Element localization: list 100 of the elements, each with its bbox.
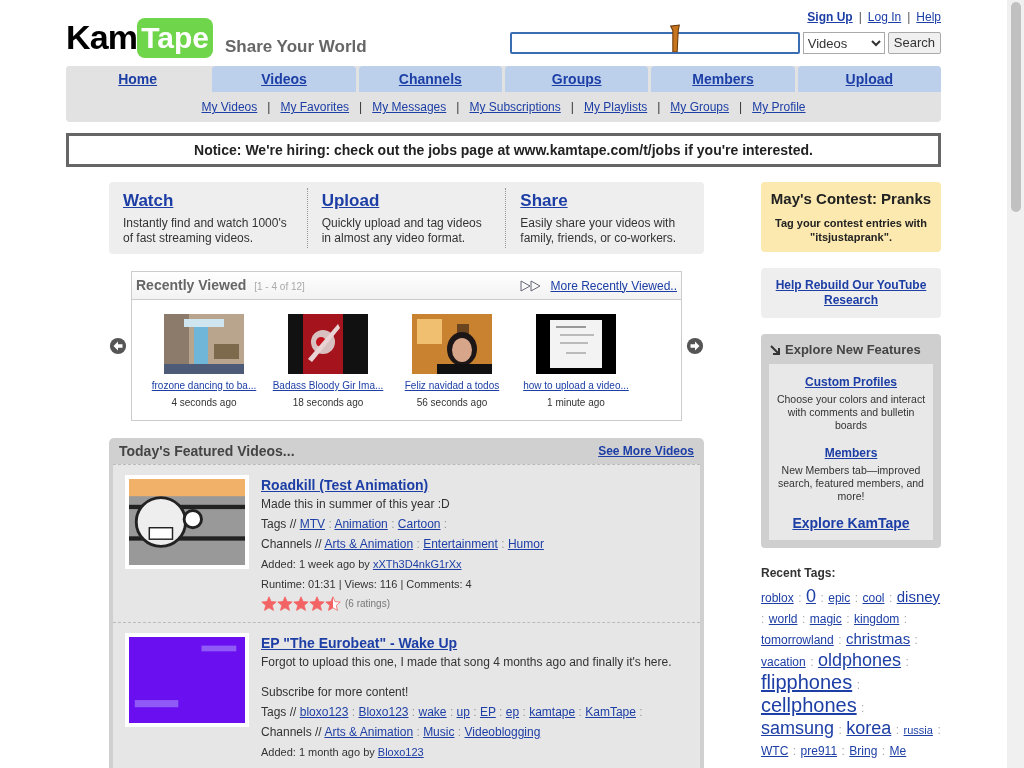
tag-link[interactable]: pre911 bbox=[800, 743, 838, 758]
tag-link[interactable]: cool bbox=[862, 590, 885, 605]
sub-nav-link[interactable]: My Playlists bbox=[583, 98, 648, 116]
separator: : bbox=[411, 705, 416, 719]
sub-nav-link[interactable]: My Messages bbox=[372, 98, 447, 116]
tag-link[interactable]: tomorrowland bbox=[761, 632, 834, 647]
channel-link[interactable]: Arts & Animation bbox=[324, 725, 414, 739]
author-link[interactable]: Bloxo123 bbox=[377, 746, 424, 758]
intro-title[interactable]: Watch bbox=[123, 188, 293, 214]
tag-link[interactable]: cellphones bbox=[761, 693, 857, 716]
search-field[interactable] bbox=[509, 32, 800, 54]
sub-nav-link[interactable]: My Favorites bbox=[280, 98, 350, 116]
separator: : bbox=[328, 517, 332, 531]
channel-link[interactable]: Arts & Animation bbox=[324, 537, 414, 551]
tag-link[interactable]: russia bbox=[903, 723, 933, 736]
video-title[interactable]: EP "The Eurobeat" - Wake Up bbox=[261, 635, 458, 651]
channel-link[interactable]: Entertainment bbox=[423, 537, 498, 551]
category-select[interactable]: Videos bbox=[802, 32, 885, 54]
tag-link[interactable]: flipphones bbox=[761, 670, 853, 693]
tag-link[interactable]: christmas bbox=[845, 629, 911, 647]
logo-text: Kam bbox=[66, 17, 138, 58]
tag-link[interactable]: wake bbox=[418, 705, 447, 719]
sub-nav-link[interactable]: My Videos bbox=[201, 98, 258, 116]
separator: : bbox=[522, 705, 526, 719]
tag-link[interactable]: roblox bbox=[761, 590, 794, 605]
video-link[interactable]: Feliz navidad a todos bbox=[404, 378, 500, 393]
tag-link[interactable]: Bring bbox=[849, 743, 878, 758]
video-link[interactable]: frozone dancing to ba... bbox=[151, 378, 257, 393]
separator: : bbox=[457, 725, 462, 739]
sub-nav-link[interactable]: My Profile bbox=[752, 98, 806, 116]
tag-link[interactable]: world bbox=[768, 611, 798, 626]
tag-link[interactable]: bloxo123 bbox=[299, 705, 349, 719]
tag-link[interactable]: kingdom bbox=[854, 611, 900, 626]
tag-link[interactable]: WTC bbox=[761, 743, 789, 758]
nav-tab[interactable]: Members bbox=[651, 66, 795, 92]
video-link[interactable]: how to upload a video... bbox=[523, 378, 629, 393]
range-text: [1 - 4 of 12] bbox=[254, 280, 305, 294]
separator: : bbox=[838, 632, 842, 647]
tag-link[interactable]: vacation bbox=[761, 654, 806, 669]
separator: : bbox=[449, 705, 454, 719]
tag-link[interactable]: up bbox=[456, 705, 470, 719]
tagline: Share Your World bbox=[224, 35, 367, 58]
time-text: 18 seconds ago bbox=[292, 396, 364, 410]
scrollbar[interactable] bbox=[1007, 0, 1024, 768]
search-button[interactable]: Search bbox=[887, 32, 941, 54]
account-link[interactable]: Help bbox=[916, 8, 941, 26]
separator: : bbox=[838, 722, 842, 737]
nav-tab[interactable]: Upload bbox=[797, 66, 941, 92]
tag-link[interactable]: EP bbox=[479, 705, 496, 719]
sub-nav-link[interactable]: My Subscriptions bbox=[469, 98, 561, 116]
tag-link[interactable]: samsung bbox=[761, 717, 835, 738]
forward-icon bbox=[520, 279, 543, 292]
video-title[interactable]: Roadkill (Test Animation) bbox=[261, 477, 429, 493]
separator: : bbox=[761, 611, 765, 626]
mascot-drawing bbox=[667, 24, 682, 52]
explore-link[interactable]: Explore KamTape bbox=[792, 514, 910, 531]
tag-link[interactable]: Bloxo123 bbox=[358, 705, 409, 719]
tag-link[interactable]: kamtape bbox=[529, 705, 576, 719]
research-link[interactable]: Help Rebuild Our YouTube Research bbox=[769, 278, 933, 308]
arrow-icon bbox=[769, 343, 781, 356]
feature-link[interactable]: Members bbox=[824, 445, 878, 460]
separator: : bbox=[888, 590, 893, 605]
tag-link[interactable]: korea bbox=[846, 717, 892, 738]
feature-link[interactable]: Custom Profiles bbox=[805, 374, 897, 389]
separator: : bbox=[416, 537, 420, 551]
video-link[interactable]: Badass Bloody Gir Ima... bbox=[272, 378, 384, 393]
time-text: 4 seconds ago bbox=[171, 396, 237, 410]
tag-link[interactable]: magic bbox=[809, 611, 842, 626]
tag-link[interactable]: epic bbox=[828, 590, 851, 605]
author-link[interactable]: xXTh3D4nkG1rXx bbox=[372, 558, 462, 570]
tag-link[interactable]: Animation bbox=[334, 517, 388, 531]
nav-tab[interactable]: Channels bbox=[358, 66, 502, 92]
tag-link[interactable]: Cartoon bbox=[397, 517, 441, 531]
tag-link[interactable]: ep bbox=[505, 705, 520, 719]
channel-link[interactable]: Music bbox=[423, 725, 455, 739]
ratings-count: (6 ratings) bbox=[345, 597, 390, 611]
tags-label: Tags // bbox=[261, 517, 298, 531]
channel-link[interactable]: Humor bbox=[507, 537, 544, 551]
separator: : bbox=[391, 517, 395, 531]
tag-link[interactable]: KamTape bbox=[585, 705, 636, 719]
more-link[interactable]: See More Videos bbox=[598, 442, 694, 460]
intro-title[interactable]: Upload bbox=[321, 188, 492, 214]
tag-link[interactable]: MTV bbox=[299, 517, 326, 531]
explore-title: Explore New Features bbox=[785, 341, 921, 359]
more-link[interactable]: More Recently Viewed.. bbox=[550, 276, 677, 295]
nav-tab[interactable]: Videos bbox=[212, 66, 356, 92]
account-link[interactable]: Log In bbox=[867, 8, 902, 26]
video-description: Subscribe for more content! bbox=[261, 684, 410, 700]
intro-title[interactable]: Share bbox=[520, 188, 690, 214]
channel-link[interactable]: Videoblogging bbox=[464, 725, 541, 739]
nav-tab[interactable]: Groups bbox=[505, 66, 649, 92]
star-icon bbox=[261, 596, 277, 612]
tag-link[interactable]: disney bbox=[896, 587, 941, 605]
account-link[interactable]: Sign Up bbox=[807, 8, 853, 26]
separator: : bbox=[798, 590, 802, 605]
tag-link[interactable]: 0 bbox=[805, 585, 816, 606]
tag-link[interactable]: Me bbox=[889, 743, 907, 758]
sub-nav-link[interactable]: My Groups bbox=[670, 98, 730, 116]
separator: : bbox=[351, 705, 356, 719]
tag-link[interactable]: oldphones bbox=[817, 649, 902, 670]
